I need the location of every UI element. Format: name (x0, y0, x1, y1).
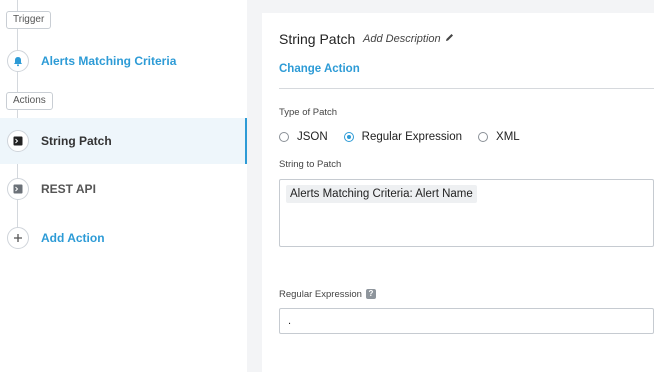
radio-xml[interactable]: XML (478, 131, 520, 143)
action-step-rest-api[interactable]: REST API (0, 166, 247, 212)
action-title: String Patch (279, 31, 356, 47)
terminal-icon (7, 178, 29, 200)
workflow-sidebar: Trigger Alerts Matching Criteria Actions… (0, 0, 247, 372)
add-action-label: Add Action (41, 231, 105, 245)
regex-label-row: Regular Expression? (279, 289, 376, 300)
string-to-patch-label: String to Patch (279, 159, 342, 170)
terminal-icon (7, 130, 29, 152)
action-step-label: REST API (41, 182, 96, 196)
radio-button[interactable] (279, 132, 289, 142)
regex-input[interactable]: . (279, 308, 654, 334)
add-action-button[interactable]: Add Action (0, 215, 247, 261)
bell-icon (7, 50, 29, 72)
trigger-step[interactable]: Alerts Matching Criteria (0, 38, 247, 84)
radio-label: Regular Expression (361, 131, 463, 143)
action-step-string-patch[interactable]: String Patch (0, 118, 247, 164)
patch-type-label: Type of Patch (279, 107, 338, 118)
radio-regular-expression[interactable]: Regular Expression (343, 131, 463, 143)
patch-type-radio-group: JSON Regular Expression XML (279, 131, 536, 143)
change-action-link[interactable]: Change Action (279, 63, 360, 75)
actions-section-label: Actions (6, 92, 53, 110)
radio-button-selected[interactable] (343, 132, 354, 142)
variable-token[interactable]: Alerts Matching Criteria: Alert Name (286, 185, 477, 203)
radio-label: JSON (297, 131, 328, 143)
action-editor-panel: String Patch Add Description Change Acti… (262, 13, 654, 372)
radio-button[interactable] (478, 132, 489, 142)
trigger-step-label: Alerts Matching Criteria (41, 54, 177, 68)
trigger-section-label: Trigger (6, 11, 52, 29)
add-description-link[interactable]: Add Description (363, 33, 454, 45)
regex-label: Regular Expression (279, 289, 362, 300)
string-to-patch-field[interactable]: Alerts Matching Criteria: Alert Name (279, 179, 654, 247)
action-step-label: String Patch (41, 134, 112, 148)
add-description-label: Add Description (363, 33, 441, 45)
divider (279, 88, 654, 89)
pencil-icon (445, 33, 454, 45)
radio-label: XML (496, 131, 520, 143)
radio-json[interactable]: JSON (279, 131, 328, 143)
help-icon[interactable]: ? (365, 289, 376, 300)
plus-icon (7, 227, 29, 249)
